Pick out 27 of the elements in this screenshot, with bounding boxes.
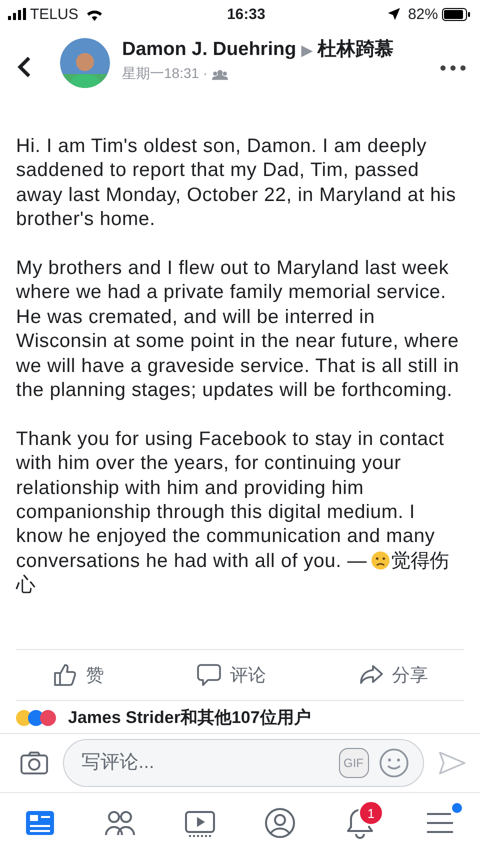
- post-text: My brothers and I flew out to Maryland last week where we had a private family memorial service. He was cremated, and will be interred in Wisconsin at some point in the near future, where we will have a graveside service. That is all still in the planning stages; updates will be forthcoming.: [16, 256, 460, 402]
- post-title[interactable]: Damon J. Duehring ▶ 杜林踦慕: [122, 38, 394, 62]
- love-reaction-icon: [40, 710, 56, 726]
- battery-percent: 82%: [408, 6, 438, 22]
- more-icon[interactable]: [440, 64, 466, 72]
- reactions-summary[interactable]: James Strider和其他107位用户: [68, 708, 311, 728]
- like-button[interactable]: 赞: [52, 662, 104, 688]
- location-icon: [388, 8, 400, 20]
- profile-icon: [263, 806, 297, 840]
- smiley-icon[interactable]: [378, 748, 408, 778]
- comment-button[interactable]: 评论: [196, 662, 266, 688]
- friends-icon: [212, 68, 228, 80]
- signal-icon: [8, 8, 26, 20]
- post-text: Thank you for using Facebook to stay in contact with him over the years, for continuing your relationship with him and providing him companionship through this digital medium. I know he enjoyed the communication and many conversations he had with all of you. — 觉得伤心: [16, 426, 450, 598]
- like-icon: [52, 662, 78, 688]
- carrier-name: TELUS: [30, 6, 78, 22]
- back-icon[interactable]: [16, 55, 32, 79]
- clock: 16:33: [226, 6, 266, 22]
- post-time: 星期一18:31 ·: [122, 65, 208, 83]
- sad-face-icon: [371, 550, 390, 570]
- post-text: Hi. I am Tim's oldest son, Damon. I am deeply saddened to report that my Dad, Tim, passed away last Monday, October 22, in Maryland at his brother's home.: [16, 134, 458, 232]
- notification-badge: 1: [358, 800, 384, 826]
- comment-icon: [196, 662, 222, 688]
- battery-icon: [442, 8, 470, 20]
- share-button[interactable]: 分享: [358, 662, 428, 688]
- avatar: [60, 38, 110, 88]
- camera-icon[interactable]: [20, 750, 48, 776]
